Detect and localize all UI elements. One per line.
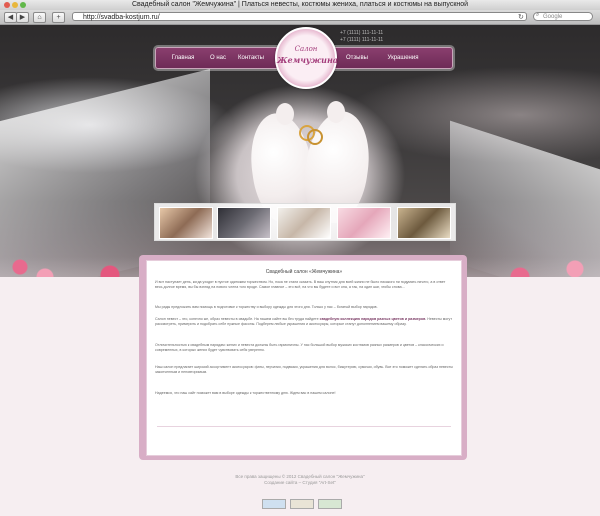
content-paragraph-2: Мы рады предложить вам помощь в подготов… [155, 305, 378, 309]
search-icon: ⌕ [536, 12, 540, 18]
collection-link[interactable]: свадебную коллекцию нарядов разных цвето… [320, 317, 426, 321]
nav-item-reviews[interactable]: Отзывы [340, 48, 374, 68]
nav-item-contacts[interactable]: Контакты [234, 48, 268, 68]
counter-badge[interactable] [262, 499, 286, 509]
gallery-thumb[interactable] [159, 207, 213, 239]
veil-decoration [0, 68, 210, 277]
nav-item-home[interactable]: Главная [164, 48, 202, 68]
contact-phone-2: +7 (1111) 111-11-11 [340, 37, 384, 43]
gallery-thumb[interactable] [397, 207, 451, 239]
gallery-thumb[interactable] [337, 207, 391, 239]
browser-toolbar: ◀ ▶ ⌂ + http://svadba-kostjum.ru/ ↻ Goog… [0, 10, 600, 25]
paragraph-text: Салон невест – это, конечно же, образ не… [155, 317, 320, 321]
photo-gallery-strip [154, 203, 456, 241]
search-placeholder: Google [543, 14, 563, 20]
reload-icon[interactable]: ↻ [518, 13, 524, 21]
content-paragraph-1: И вот наступает день, когда уходят в пус… [155, 280, 446, 289]
veil-decoration-right [450, 120, 600, 277]
content-paragraph-5: Наш салон предлагает широкий ассортимент… [155, 365, 453, 374]
gallery-thumb[interactable] [277, 207, 331, 239]
counter-badge[interactable] [318, 499, 342, 509]
gallery-thumb[interactable] [217, 207, 271, 239]
logo-line2: Жемчужина [277, 55, 338, 65]
address-bar[interactable]: http://svadba-kostjum.ru/ [72, 12, 527, 21]
footer-credits[interactable]: Создание сайта – Студия "Art-Set" [0, 480, 600, 486]
zoom-window-icon[interactable] [20, 2, 26, 8]
dove-right-head [327, 101, 345, 123]
content-panel: Свадебный салон «Жемчужина» И вот наступ… [146, 260, 462, 456]
url-text: http://svadba-kostjum.ru/ [83, 14, 160, 21]
window-title-bar: Свадебный салон "Жемчужина" | Платься не… [0, 0, 600, 10]
search-input[interactable]: Google [533, 12, 593, 21]
site-logo[interactable]: Салон Жемчужина [275, 27, 338, 89]
ring-icon-2 [307, 129, 323, 145]
nav-item-jewelry[interactable]: Украшения [378, 48, 428, 68]
counter-badge[interactable] [290, 499, 314, 509]
content-divider [157, 426, 451, 427]
forward-arrow-icon[interactable]: ▶ [16, 12, 29, 23]
window-title: Свадебный салон "Жемчужина" | Платься не… [131, 1, 469, 8]
contact-phone-1: +7 (1111) 111-11-11 [340, 30, 384, 36]
home-icon[interactable]: ⌂ [33, 12, 46, 23]
dove-left-head [276, 103, 294, 125]
logo-line1: Салон [294, 45, 318, 53]
content-paragraph-3: Салон невест – это, конечно же, образ не… [155, 317, 453, 326]
nav-item-about[interactable]: О нас [204, 48, 232, 68]
content-paragraph-4: Отличительностью к свадебным нарядам: же… [155, 343, 444, 352]
page-footer: Все права защищены © 2012 Свадебный сало… [0, 474, 600, 485]
plus-icon[interactable]: + [52, 12, 65, 23]
content-heading: Свадебный салон «Жемчужина» [265, 269, 343, 275]
close-window-icon[interactable] [4, 2, 10, 8]
minimize-window-icon[interactable] [12, 2, 18, 8]
content-paragraph-6: Надеемся, что наш сайт поможет вам в выб… [155, 391, 336, 395]
